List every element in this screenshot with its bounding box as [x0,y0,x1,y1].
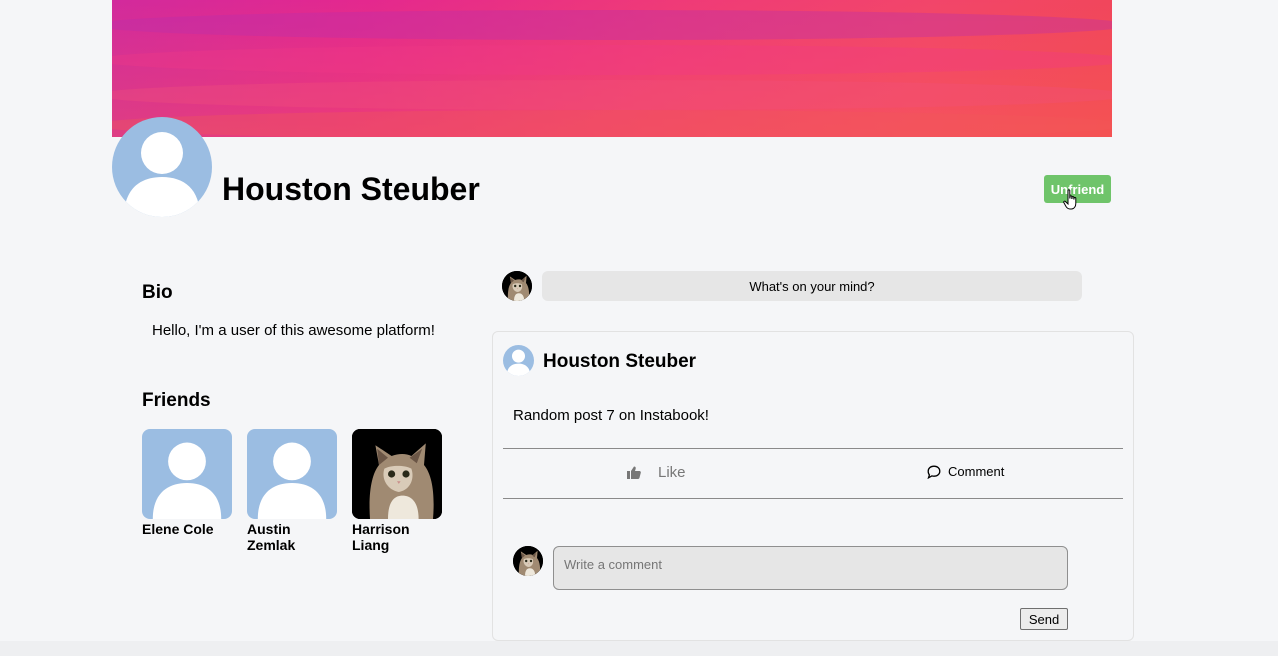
friends-title: Friends [142,390,211,411]
post-divider [503,498,1123,499]
post-author-avatar[interactable] [503,345,534,376]
friend-name[interactable]: Austin Zemlak [247,521,337,553]
horizontal-scrollbar[interactable] [0,641,1278,656]
hand-cursor-icon [1063,189,1077,210]
post-card: Houston Steuber Random post 7 on Instabo… [492,331,1134,641]
default-avatar-icon [152,442,222,519]
cat-photo-icon [513,546,543,576]
current-user-avatar [502,271,532,301]
like-label: Like [658,464,686,481]
cat-photo-icon [352,429,442,519]
comment-button[interactable]: Comment [927,464,1004,479]
friend-avatar[interactable] [352,429,442,519]
friend-avatar[interactable] [247,429,337,519]
friend-avatar[interactable] [142,429,232,519]
speech-bubble-icon [927,465,941,479]
post-divider [503,448,1123,449]
create-post-button[interactable]: What's on your mind? [542,271,1082,301]
bio-text: Hello, I'm a user of this awesome platfo… [152,322,435,339]
profile-avatar [112,117,212,217]
commenter-avatar [513,546,543,576]
post-author-name[interactable]: Houston Steuber [543,351,696,373]
comment-label: Comment [948,464,1005,479]
friend-name[interactable]: Harrison Liang [352,521,442,553]
cover-banner [112,0,1112,137]
friend-card[interactable]: Harrison Liang [352,429,442,553]
default-avatar-icon [506,349,531,376]
profile-name: Houston Steuber [222,171,480,207]
like-button[interactable]: Like [627,464,686,481]
friend-card[interactable]: Austin Zemlak [247,429,337,553]
post-text: Random post 7 on Instabook! [513,407,709,424]
default-avatar-icon [124,132,200,217]
friend-card[interactable]: Elene Cole [142,429,232,537]
send-button[interactable]: Send [1020,608,1068,630]
default-avatar-icon [257,442,327,519]
thumbs-up-icon [627,466,641,479]
bio-title: Bio [142,282,173,303]
cat-photo-icon [502,271,532,301]
comment-input[interactable] [553,546,1068,590]
friend-name[interactable]: Elene Cole [142,521,232,537]
